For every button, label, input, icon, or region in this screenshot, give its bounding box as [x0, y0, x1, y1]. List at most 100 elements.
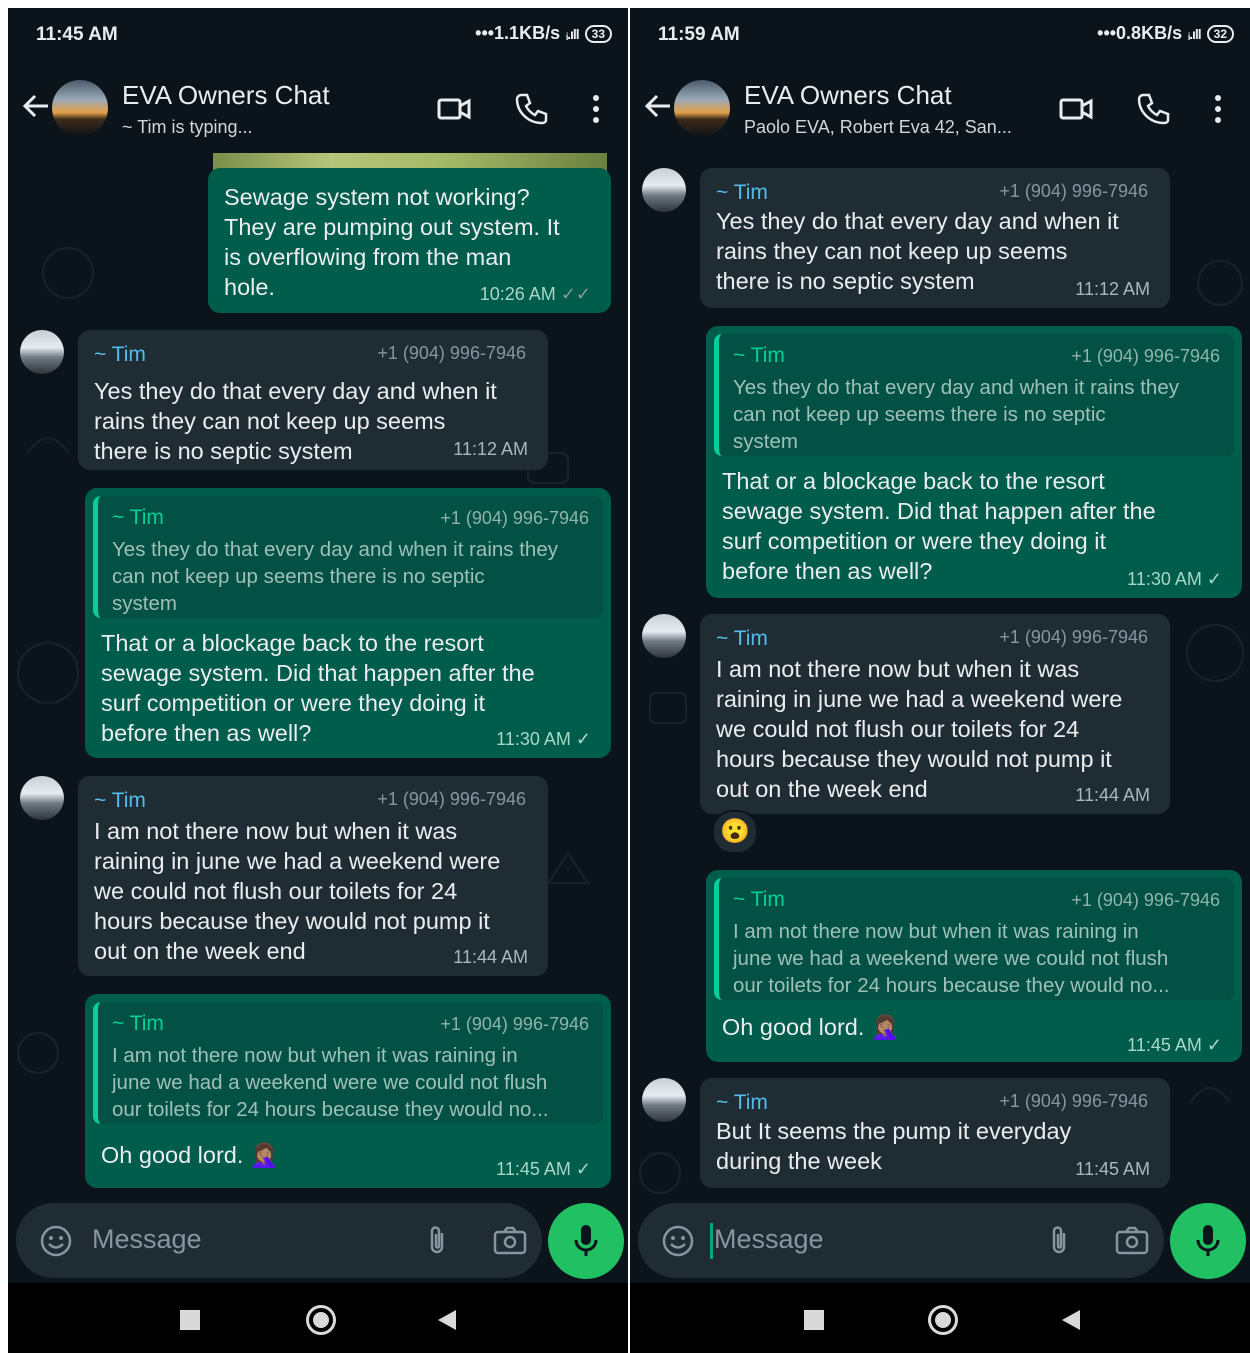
sender-avatar[interactable] [20, 330, 64, 374]
battery-icon: 32 [1206, 24, 1234, 43]
nav-home-icon[interactable] [306, 1305, 336, 1335]
quoted-message[interactable]: ~ Tim +1 (904) 996-7946 I am not there n… [714, 878, 1234, 1000]
message-text: Yes they do that every day and when it r… [716, 208, 1119, 294]
nav-back-icon[interactable] [1060, 1308, 1082, 1332]
message-bubble-outgoing[interactable]: Sewage system not working? They are pump… [208, 168, 611, 313]
quoted-sender: ~ Tim [733, 888, 785, 911]
nav-home-icon[interactable] [928, 1305, 958, 1335]
sender-avatar[interactable] [642, 1078, 686, 1122]
message-time: 11:45 AM ✓ [1127, 1035, 1222, 1055]
quoted-message[interactable]: ~ Tim +1 (904) 996-7946 Yes they do that… [714, 334, 1234, 456]
sender-avatar[interactable] [642, 168, 686, 212]
emoji-icon[interactable] [660, 1223, 696, 1259]
quoted-sender: ~ Tim [112, 1012, 164, 1035]
message-bubble-incoming[interactable]: ~ Tim +1 (904) 996-7946 Yes they do that… [78, 330, 548, 470]
status-bar: 11:45 AM •••1.1KB/s ᵢ.ıll 33 [8, 8, 628, 63]
message-text: That or a blockage back to the resort se… [722, 468, 1156, 584]
sender-phone: +1 (904) 996-7946 [999, 627, 1148, 647]
back-arrow-icon[interactable] [642, 90, 674, 122]
message-time: 11:12 AM [453, 439, 528, 459]
message-reaction[interactable]: 😮 [712, 810, 758, 854]
message-time: 11:12 AM [1075, 279, 1150, 299]
chat-subtitle: Paolo EVA, Robert Eva 42, San... [744, 117, 1012, 137]
system-nav-bar [630, 1283, 1250, 1353]
chat-header: EVA Owners Chat ~ Tim is typing... [8, 63, 628, 153]
camera-icon[interactable] [492, 1223, 528, 1259]
message-bubble-outgoing[interactable]: ~ Tim +1 (904) 996-7946 Yes they do that… [706, 326, 1242, 598]
message-text: Yes they do that every day and when it r… [94, 378, 497, 464]
message-bubble-incoming[interactable]: ~ Tim +1 (904) 996-7946 I am not there n… [78, 776, 548, 976]
signal-icon: ᵢ.ıll [1188, 25, 1202, 42]
status-time: 11:59 AM [658, 24, 740, 45]
quoted-message[interactable]: ~ Tim +1 (904) 996-7946 I am not there n… [93, 1002, 603, 1124]
sent-tick-icon: ✓ [575, 729, 591, 749]
message-bubble-outgoing[interactable]: ~ Tim +1 (904) 996-7946 Yes they do that… [85, 488, 611, 758]
voice-call-icon[interactable] [513, 91, 549, 127]
group-avatar[interactable] [52, 80, 108, 136]
nav-back-icon[interactable] [436, 1308, 458, 1332]
mic-button[interactable] [548, 1203, 624, 1279]
message-time: 10:26 AM ✓✓ [479, 284, 591, 304]
message-input-bar[interactable]: Message [16, 1203, 542, 1278]
group-avatar[interactable] [674, 80, 730, 136]
back-arrow-icon[interactable] [20, 90, 52, 122]
message-time: 11:30 AM ✓ [496, 729, 591, 749]
message-text: That or a blockage back to the resort se… [101, 630, 535, 746]
message-time: 11:30 AM ✓ [1127, 569, 1222, 589]
network-speed: •••0.8KB/s [1097, 23, 1183, 43]
chat-title[interactable]: EVA Owners Chat [122, 80, 330, 111]
more-menu-icon[interactable] [578, 91, 614, 127]
sender-phone: +1 (904) 996-7946 [377, 789, 526, 809]
sender-avatar[interactable] [642, 614, 686, 658]
system-nav-bar [8, 1283, 628, 1353]
quoted-phone: +1 (904) 996-7946 [1071, 346, 1220, 366]
quoted-message[interactable]: ~ Tim +1 (904) 996-7946 Yes they do that… [93, 496, 603, 618]
message-bubble-incoming[interactable]: ~ Tim +1 (904) 996-7946 Yes they do that… [700, 168, 1170, 308]
quoted-text: I am not there now but when it was raini… [112, 1044, 549, 1121]
video-call-icon[interactable] [1058, 91, 1094, 127]
message-bubble-incoming[interactable]: ~ Tim +1 (904) 996-7946 I am not there n… [700, 614, 1170, 814]
mic-icon [1196, 1225, 1220, 1256]
sender-phone: +1 (904) 996-7946 [999, 181, 1148, 201]
quoted-sender: ~ Tim [112, 506, 164, 529]
sender-name[interactable]: ~ Tim [94, 343, 146, 367]
message-bubble-outgoing[interactable]: ~ Tim +1 (904) 996-7946 I am not there n… [85, 994, 611, 1188]
message-time: 11:44 AM [453, 947, 528, 967]
nav-recents-icon[interactable] [804, 1310, 824, 1330]
sender-name[interactable]: ~ Tim [716, 1091, 768, 1115]
message-input[interactable]: Message [92, 1224, 202, 1255]
emoji-icon[interactable] [38, 1223, 74, 1259]
mic-button[interactable] [1170, 1203, 1246, 1279]
attach-icon[interactable] [420, 1223, 456, 1259]
sender-name[interactable]: ~ Tim [716, 627, 768, 651]
read-ticks-icon: ✓✓ [560, 284, 591, 304]
quoted-text: I am not there now but when it was raini… [733, 920, 1170, 997]
message-input-bar[interactable]: Message [638, 1203, 1164, 1278]
video-call-icon[interactable] [436, 91, 472, 127]
sent-tick-icon: ✓ [1206, 1035, 1222, 1055]
message-time: 11:44 AM [1075, 785, 1150, 805]
message-text: I am not there now but when it was raini… [716, 656, 1123, 802]
sender-name[interactable]: ~ Tim [716, 181, 768, 205]
message-time: 11:45 AM ✓ [496, 1159, 591, 1179]
camera-icon[interactable] [1114, 1223, 1150, 1259]
message-text: Oh good lord. 🤦🏽‍♀️ [101, 1142, 280, 1168]
quoted-phone: +1 (904) 996-7946 [440, 508, 589, 528]
voice-call-icon[interactable] [1135, 91, 1171, 127]
nav-recents-icon[interactable] [180, 1310, 200, 1330]
sent-tick-icon: ✓ [575, 1159, 591, 1179]
status-network: •••0.8KB/s ᵢ.ıll 32 [1097, 23, 1234, 44]
message-text: Oh good lord. 🤦🏽‍♀️ [722, 1014, 901, 1040]
attach-icon[interactable] [1042, 1223, 1078, 1259]
sender-name[interactable]: ~ Tim [94, 789, 146, 813]
mic-icon [574, 1225, 598, 1256]
sent-tick-icon: ✓ [1206, 569, 1222, 589]
signal-icon: ᵢ.ıll [566, 25, 580, 42]
more-menu-icon[interactable] [1200, 91, 1236, 127]
chat-title[interactable]: EVA Owners Chat [744, 80, 952, 111]
text-cursor [710, 1223, 713, 1259]
message-bubble-outgoing[interactable]: ~ Tim +1 (904) 996-7946 I am not there n… [706, 870, 1242, 1062]
message-bubble-incoming[interactable]: ~ Tim +1 (904) 996-7946 But It seems the… [700, 1078, 1170, 1188]
sender-avatar[interactable] [20, 776, 64, 820]
message-input[interactable]: Message [714, 1224, 824, 1255]
